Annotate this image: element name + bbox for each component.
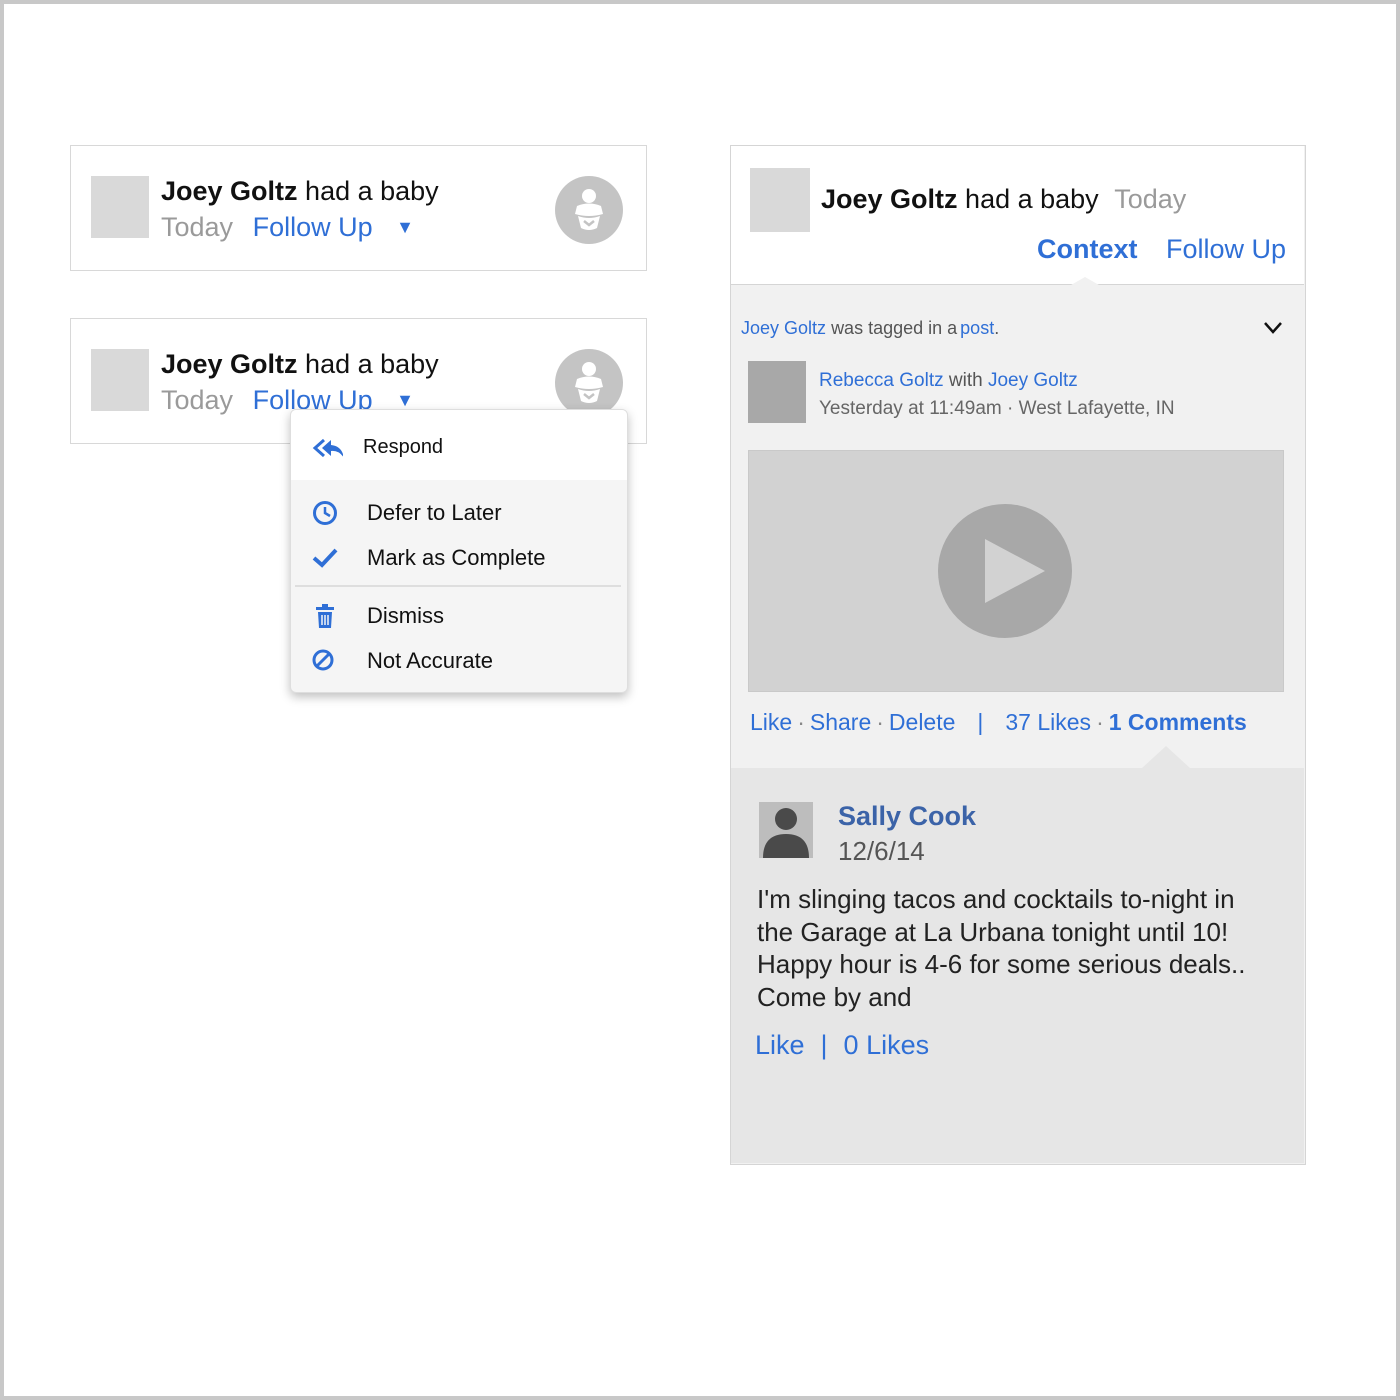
chevron-down-icon[interactable] bbox=[1263, 321, 1283, 335]
like-link[interactable]: Like bbox=[750, 709, 792, 735]
person-name[interactable]: Joey Goltz bbox=[821, 184, 958, 214]
post-author-link[interactable]: Rebecca Goltz bbox=[819, 370, 944, 391]
event-text: had a baby bbox=[965, 184, 1099, 214]
post-time-location: Yesterday at 11:49am · West Lafayette, I… bbox=[819, 398, 1175, 419]
baby-icon bbox=[555, 349, 623, 417]
timestamp: Today bbox=[161, 212, 234, 242]
menu-item-complete[interactable]: Mark as Complete bbox=[291, 537, 627, 579]
post-link[interactable]: post bbox=[960, 318, 994, 338]
event-text: had a baby bbox=[305, 176, 439, 206]
tab-context[interactable]: Context bbox=[1037, 234, 1138, 265]
menu-item-respond[interactable]: Respond bbox=[291, 428, 627, 470]
notification-headline: Joey Goltz had a baby bbox=[161, 349, 439, 380]
likes-count-link[interactable]: 37 Likes bbox=[1005, 709, 1091, 735]
notification-meta: Today Follow Up ▼ bbox=[161, 212, 414, 243]
context-panel: Joey Goltz had a baby Today Context Foll… bbox=[730, 145, 1306, 1165]
tagged-summary: Joey Goltz was tagged in a post. bbox=[741, 318, 999, 339]
menu-item-defer[interactable]: Defer to Later bbox=[291, 492, 627, 534]
menu-item-dismiss[interactable]: Dismiss bbox=[291, 595, 627, 637]
menu-item-label: Not Accurate bbox=[367, 648, 493, 673]
comment-date: 12/6/14 bbox=[838, 836, 925, 866]
page-frame: Joey Goltz had a baby Today Follow Up ▼ … bbox=[0, 0, 1400, 1400]
tab-follow-up[interactable]: Follow Up bbox=[1166, 234, 1286, 265]
post-actions: Like · Share · Delete | 37 Likes · 1 Comments bbox=[750, 709, 1247, 735]
post-author-line: Rebecca Goltz with Joey Goltz bbox=[819, 370, 1078, 392]
share-link[interactable]: Share bbox=[810, 709, 871, 735]
comment-body: I'm slinging tacos and cocktails to-nigh… bbox=[757, 884, 1246, 1012]
caret-down-icon[interactable]: ▼ bbox=[396, 390, 414, 411]
follow-up-link[interactable]: Follow Up bbox=[253, 212, 373, 242]
menu-item-label: Dismiss bbox=[367, 603, 444, 628]
play-icon[interactable] bbox=[937, 503, 1073, 639]
avatar[interactable] bbox=[759, 802, 813, 858]
reply-all-icon bbox=[312, 438, 343, 458]
post-tagged-link[interactable]: Joey Goltz bbox=[988, 370, 1078, 391]
comment-action-separator: | bbox=[820, 1030, 828, 1060]
menu-item-not-accurate[interactable]: Not Accurate bbox=[291, 640, 627, 682]
action-separator: | bbox=[977, 709, 984, 735]
person-name[interactable]: Joey Goltz bbox=[161, 349, 298, 379]
comment-author-link[interactable]: Sally Cook bbox=[838, 801, 976, 832]
prohibited-icon bbox=[312, 649, 334, 671]
profile-thumbnail[interactable] bbox=[91, 349, 149, 411]
tagged-text: was tagged in a bbox=[831, 318, 958, 338]
post-author-thumbnail[interactable] bbox=[748, 361, 806, 423]
trash-icon bbox=[316, 604, 334, 628]
profile-thumbnail[interactable] bbox=[91, 176, 149, 238]
timestamp: Today bbox=[1114, 184, 1187, 214]
comment-actions: Like | 0 Likes bbox=[755, 1030, 929, 1061]
checkmark-icon bbox=[312, 548, 338, 568]
follow-up-dropdown: Respond Defer to Later Mark as Complete bbox=[290, 409, 628, 693]
notification-headline: Joey Goltz had a baby Today bbox=[821, 184, 1186, 215]
delete-link[interactable]: Delete bbox=[889, 709, 955, 735]
tagged-person-link[interactable]: Joey Goltz bbox=[741, 318, 826, 338]
menu-item-label: Mark as Complete bbox=[367, 545, 546, 570]
person-name[interactable]: Joey Goltz bbox=[161, 176, 298, 206]
comment-like-link[interactable]: Like bbox=[755, 1030, 805, 1060]
caret-down-icon[interactable]: ▼ bbox=[396, 217, 414, 238]
comments-count-link[interactable]: 1 Comments bbox=[1109, 709, 1247, 735]
clock-icon bbox=[313, 501, 337, 525]
comment-likes-count[interactable]: 0 Likes bbox=[844, 1030, 930, 1060]
notification-card[interactable]: Joey Goltz had a baby Today Follow Up ▼ bbox=[70, 145, 647, 271]
notification-headline: Joey Goltz had a baby bbox=[161, 176, 439, 207]
person-silhouette-icon bbox=[763, 808, 809, 858]
baby-icon bbox=[555, 176, 623, 244]
tagged-period: . bbox=[994, 318, 1000, 338]
panel-header: Joey Goltz had a baby Today Context Foll… bbox=[731, 146, 1304, 285]
profile-thumbnail[interactable] bbox=[750, 168, 810, 232]
menu-divider bbox=[295, 585, 621, 587]
post-with-text: with bbox=[948, 370, 983, 391]
menu-item-label: Defer to Later bbox=[367, 500, 502, 525]
video-player[interactable] bbox=[748, 450, 1284, 692]
event-text: had a baby bbox=[305, 349, 439, 379]
comment-pointer bbox=[1142, 746, 1190, 768]
timestamp: Today bbox=[161, 385, 234, 415]
menu-item-label: Respond bbox=[363, 436, 444, 458]
active-tab-pointer bbox=[1071, 277, 1099, 285]
